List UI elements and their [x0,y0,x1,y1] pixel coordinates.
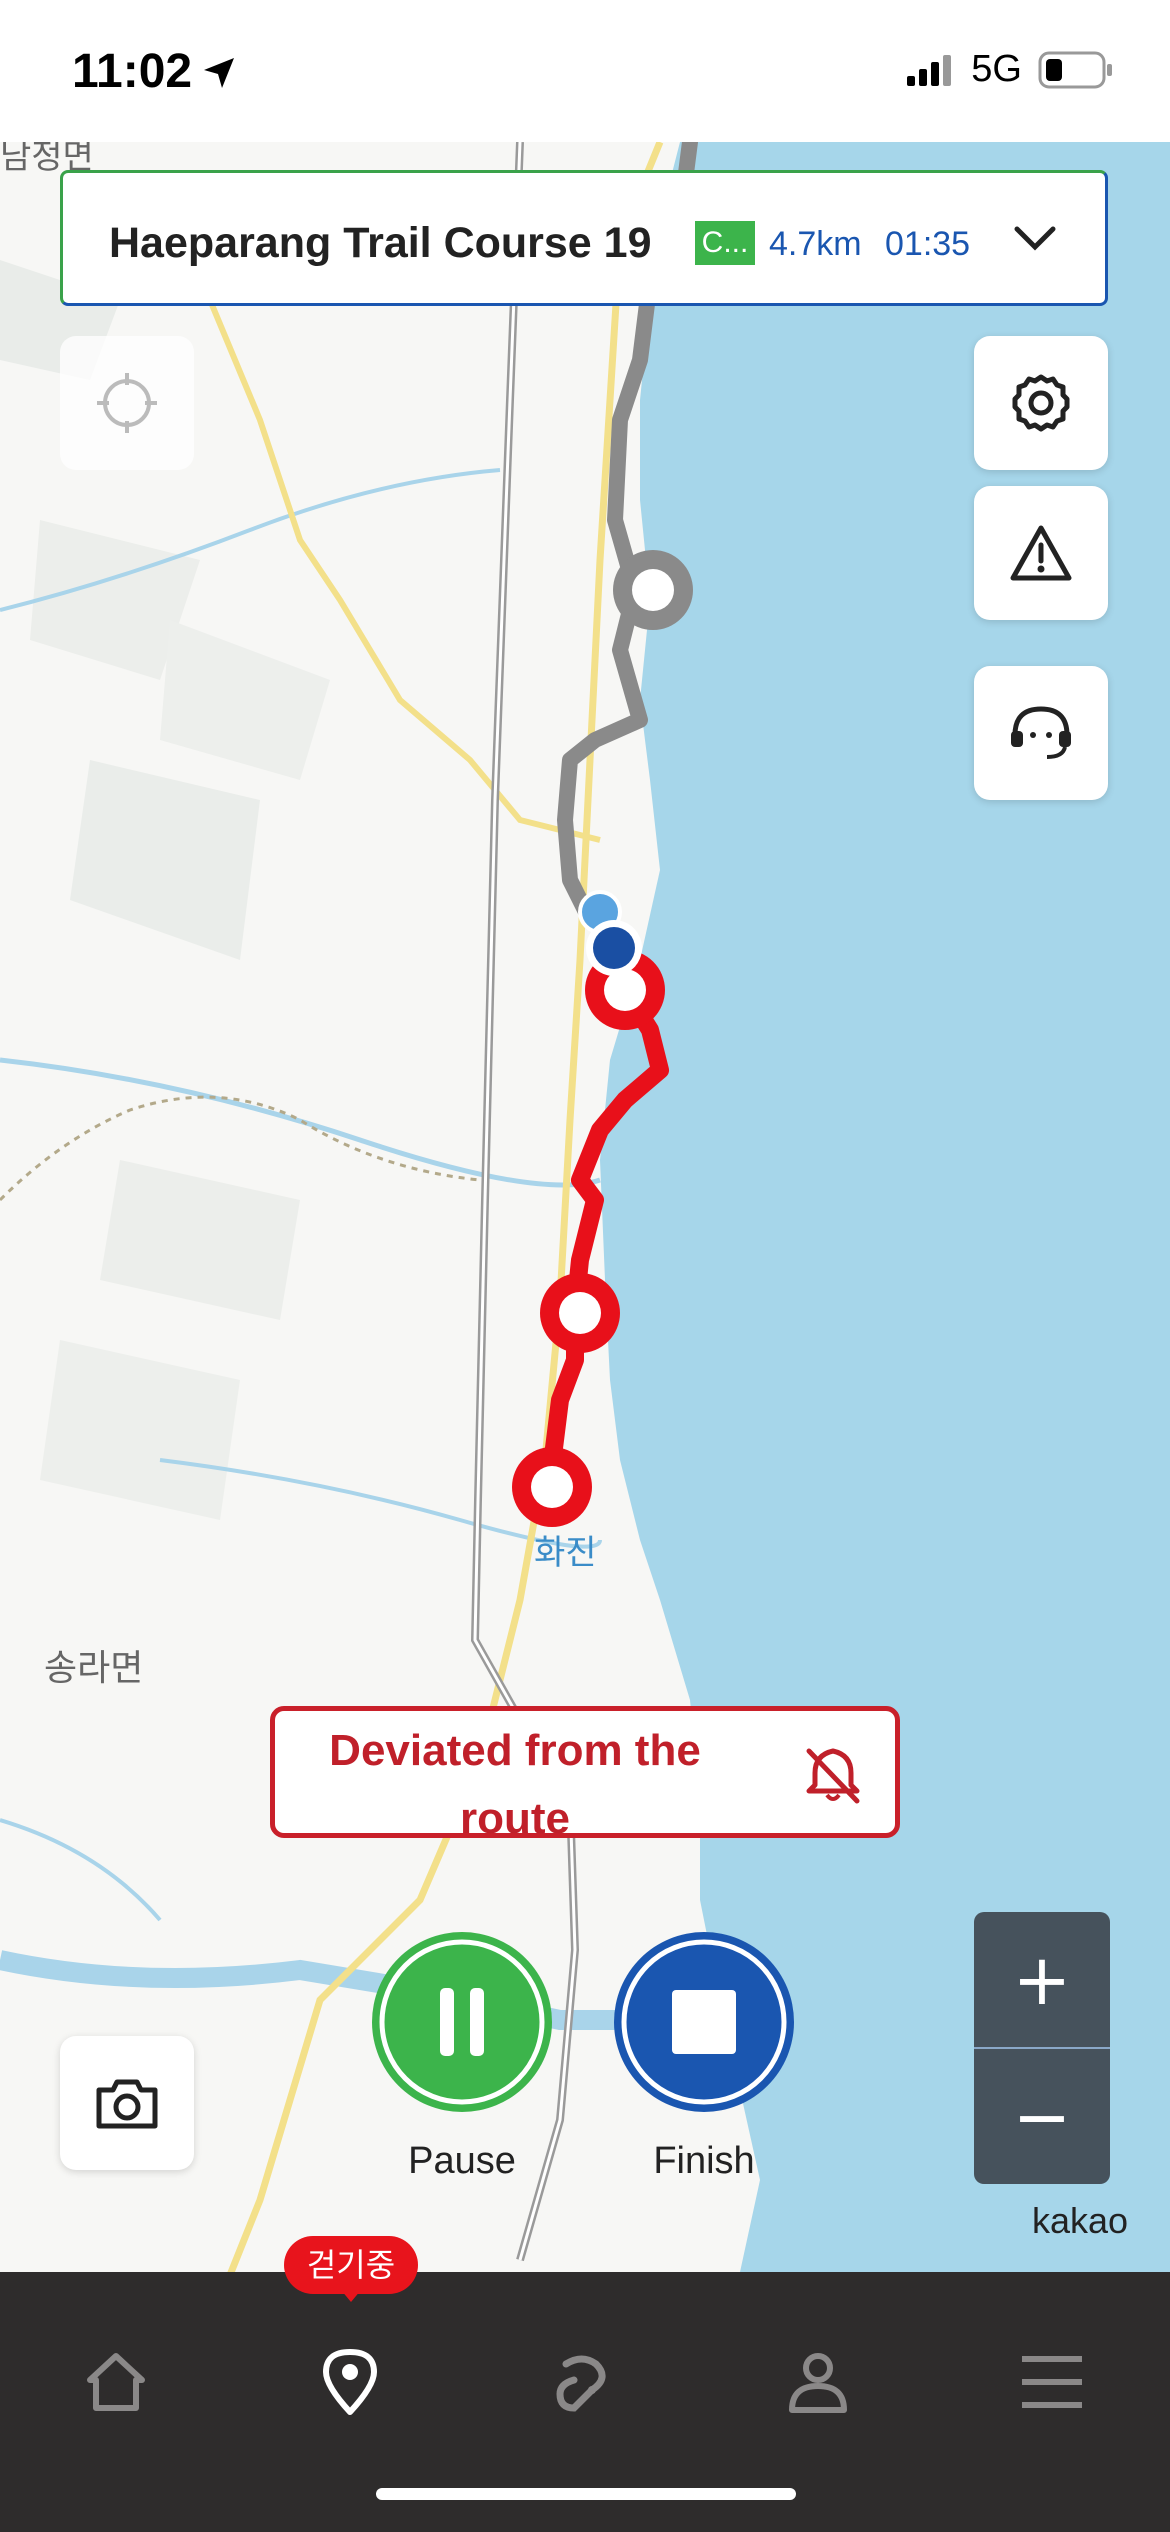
status-time: 11:02 [72,45,193,98]
settings-button[interactable] [974,336,1108,470]
gear-icon [1012,374,1070,432]
pause-button[interactable] [372,1932,552,2112]
waypoint-marker[interactable] [540,1273,620,1353]
pause-label: Pause [408,2140,516,2182]
support-button[interactable] [974,666,1108,800]
status-bar: 11:02 5G [0,0,1170,142]
walking-badge-pointer [341,2290,361,2302]
finish-button[interactable] [614,1932,794,2112]
home-indicator[interactable] [376,2488,796,2500]
report-button[interactable] [974,486,1108,620]
battery-icon [1038,51,1112,88]
recenter-button[interactable] [60,336,194,470]
walking-status-badge: 걷기중 [284,2236,418,2294]
zoom-control: + − [974,1912,1110,2184]
nav-trail[interactable] [524,2322,644,2442]
trail-icon [556,2355,606,2412]
zoom-in-button[interactable]: + [974,1912,1110,2047]
zoom-in-label: + [1012,1938,1072,2021]
location-arrow-icon [204,58,234,88]
place-label: 송라면 [44,1648,143,1689]
course-distance: 4.7km [769,225,862,263]
zoom-out-label: − [1012,2075,1072,2158]
finish-label: Finish [653,2140,755,2182]
waypoint-marker[interactable] [613,550,693,630]
stop-icon [621,1939,787,2105]
nav-profile[interactable] [758,2322,878,2442]
crosshair-icon [97,373,157,433]
course-duration: 01:35 [885,225,971,263]
profile-icon [789,2353,847,2413]
chevron-down-icon[interactable] [1013,223,1057,253]
headset-icon [1011,706,1071,759]
current-location-dot [586,920,642,976]
zoom-out-button[interactable]: − [974,2049,1110,2184]
deviation-banner: Deviated from the route [270,1706,900,1843]
location-pin-icon [323,2349,377,2415]
nav-home[interactable] [56,2322,176,2442]
waypoint-marker[interactable] [512,1447,592,1527]
camera-icon [96,2079,158,2129]
warning-icon [1010,525,1072,581]
signal-bars-icon [907,54,952,86]
camera-button[interactable] [60,2036,194,2170]
home-icon [87,2353,145,2411]
menu-icon [1022,2356,1082,2408]
nav-menu[interactable] [992,2322,1112,2442]
place-label: 화진 [534,1533,597,1573]
bell-off-icon[interactable] [801,1745,865,1805]
course-badge: C... [695,221,755,265]
pause-icon [379,1939,545,2105]
map-attribution: kakao [1032,2200,1129,2241]
course-title: Haeparang Trail Course 19 [109,219,652,267]
deviation-text: Deviated from the route [329,1726,701,1843]
course-card[interactable]: Haeparang Trail Course 19 C... 4.7km 01:… [60,170,1108,306]
network-label: 5G [971,48,1022,90]
nav-walking[interactable] [290,2322,410,2442]
